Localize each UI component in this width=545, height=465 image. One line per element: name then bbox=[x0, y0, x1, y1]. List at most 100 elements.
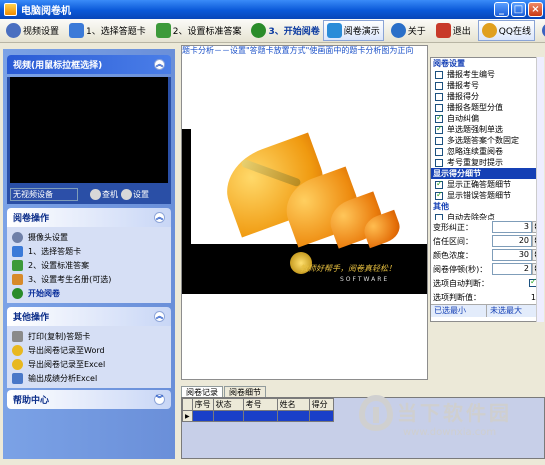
col-status[interactable]: 状态 bbox=[212, 398, 244, 411]
reading-setting-option[interactable]: 多选题答案个数固定 bbox=[431, 135, 543, 146]
section-reading-settings: 阅卷设置 bbox=[433, 59, 465, 68]
video-settings-label: 视频设置 bbox=[23, 27, 60, 37]
about-button[interactable]: 关于 bbox=[388, 20, 429, 41]
video-settings-small-button[interactable]: 设置 bbox=[121, 189, 149, 200]
start-reading-item-label: 开始阅卷 bbox=[28, 288, 60, 298]
gear-icon bbox=[121, 189, 132, 200]
checkbox-label: 多选题答案个数固定 bbox=[447, 136, 519, 145]
set-answer-button[interactable]: 2、设置标准答案 bbox=[153, 20, 245, 41]
set-answer-item[interactable]: 2、设置标准答案 bbox=[12, 258, 166, 272]
exit-label: 退出 bbox=[452, 27, 471, 37]
camera-setup-label: 摄像头设置 bbox=[28, 232, 68, 242]
expand-icon[interactable]: ︾ bbox=[154, 394, 165, 405]
help-panel-header[interactable]: 帮助中心 ︾ bbox=[7, 390, 171, 409]
star-icon bbox=[12, 358, 23, 370]
start-reading-item[interactable]: 开始阅卷 bbox=[12, 286, 166, 300]
checkbox[interactable] bbox=[435, 190, 443, 200]
number-setting-row: 信任区间：20▲▼ bbox=[431, 234, 543, 248]
video-settings-button[interactable]: 视频设置 bbox=[3, 20, 62, 41]
number-setting-value[interactable]: 30 bbox=[492, 249, 532, 261]
checkbox[interactable] bbox=[435, 158, 443, 167]
export-word-label: 导出阅卷记录至Word bbox=[28, 345, 105, 355]
reading-setting-option[interactable]: 考号重复时提示 bbox=[431, 157, 543, 168]
camera-setup-item[interactable]: 摄像头设置 bbox=[12, 230, 166, 244]
settings-gear-button[interactable] bbox=[539, 20, 545, 41]
reading-setting-option[interactable]: 自动纠偏 bbox=[431, 113, 543, 124]
checkbox[interactable] bbox=[435, 136, 443, 145]
number-setting-value[interactable]: 20 bbox=[492, 235, 532, 247]
student-roster-item[interactable]: 3、设置考生名册(可选) bbox=[12, 272, 166, 286]
checkbox-label: 显示错误答题细节 bbox=[447, 191, 511, 200]
toolbar: 视频设置 1、选择答题卡 2、设置标准答案 3、开始阅卷 阅卷演示 关于 退出 … bbox=[0, 19, 545, 43]
number-setting-label: 阅卷停顿(秒)： bbox=[433, 264, 488, 274]
reading-setting-option[interactable]: 单选题强制单选 bbox=[431, 124, 543, 135]
threshold-header: 已选最小 未选最大 bbox=[431, 304, 543, 317]
slogan-text: 教师好帮手，阅卷真轻松！ bbox=[300, 264, 396, 273]
about-label: 关于 bbox=[407, 27, 426, 37]
grid-header-row: 序号 状态 考号 姓名 得分 bbox=[182, 398, 334, 411]
collapse-icon[interactable]: ︽ bbox=[154, 59, 165, 70]
export-word-item[interactable]: 导出阅卷记录至Word bbox=[12, 343, 166, 357]
number-setting-value[interactable]: 3 bbox=[492, 221, 532, 233]
auto-judge-label: 选项自动判断： bbox=[433, 278, 489, 288]
checkbox[interactable] bbox=[435, 70, 443, 79]
checkbox[interactable] bbox=[435, 213, 443, 220]
export-excel-item[interactable]: 导出阅卷记录至Excel bbox=[12, 357, 166, 371]
other-panel-header[interactable]: 其他操作 ︽ bbox=[7, 307, 171, 326]
score-detail-option[interactable]: 显示正确答题细节 bbox=[431, 179, 543, 190]
video-panel-header[interactable]: 视频(用鼠标拉框选择) ︽ bbox=[7, 55, 171, 74]
report-icon bbox=[12, 372, 23, 384]
reading-setting-option[interactable]: 忽略连续重阅卷 bbox=[431, 146, 543, 157]
reading-setting-option[interactable]: 播报各题型分值 bbox=[431, 102, 543, 113]
collapse-icon[interactable]: ︽ bbox=[154, 212, 165, 223]
checkbox-label: 播报得分 bbox=[447, 92, 479, 101]
number-setting-label: 颜色浓度： bbox=[433, 250, 473, 260]
exit-button[interactable]: 退出 bbox=[433, 20, 474, 41]
other-setting-option[interactable]: 自动去除杂点 bbox=[431, 212, 543, 220]
col-index[interactable]: 序号 bbox=[191, 398, 214, 411]
checkbox[interactable] bbox=[435, 113, 443, 123]
lookup-button[interactable]: 查机 bbox=[90, 189, 118, 200]
score-detail-option[interactable]: 显示错误答题细节 bbox=[431, 190, 543, 201]
settings-scrollbar[interactable] bbox=[536, 57, 544, 322]
col-score[interactable]: 得分 bbox=[308, 398, 334, 411]
number-setting-value[interactable]: 2 bbox=[492, 263, 532, 275]
watermark-text: 当下软件园 bbox=[397, 401, 512, 425]
gear-icon bbox=[6, 23, 21, 38]
col-exam-no[interactable]: 考号 bbox=[242, 398, 278, 411]
video-device-select[interactable]: 无视频设备 bbox=[10, 188, 78, 201]
score-analysis-item[interactable]: 输出成绩分析Excel bbox=[12, 371, 166, 385]
checkbox[interactable] bbox=[435, 124, 443, 134]
reading-setting-option[interactable]: 播报考号 bbox=[431, 80, 543, 91]
reading-setting-option[interactable]: 播报考生编号 bbox=[431, 69, 543, 80]
maximize-button[interactable]: □ bbox=[511, 2, 526, 17]
video-preview[interactable] bbox=[10, 77, 168, 183]
student-roster-label: 3、设置考生名册(可选) bbox=[28, 274, 112, 284]
checkbox[interactable] bbox=[435, 147, 443, 156]
reading-setting-option[interactable]: 播报得分 bbox=[431, 91, 543, 102]
select-card-item[interactable]: 1、选择答题卡 bbox=[12, 244, 166, 258]
checkbox[interactable] bbox=[435, 103, 443, 112]
col-name[interactable]: 姓名 bbox=[276, 398, 310, 411]
demo-button[interactable]: 阅卷演示 bbox=[322, 20, 384, 41]
checkbox[interactable] bbox=[435, 92, 443, 101]
print-card-item[interactable]: 打印(复制)答题卡 bbox=[12, 329, 166, 343]
table-row[interactable]: ▶ bbox=[182, 410, 334, 422]
select-card-button[interactable]: 1、选择答题卡 bbox=[66, 20, 149, 41]
other-panel-title: 其他操作 bbox=[13, 313, 50, 323]
watermark-logo bbox=[359, 395, 393, 431]
checkbox-label: 考号重复时提示 bbox=[447, 158, 503, 167]
close-button[interactable]: × bbox=[528, 2, 543, 17]
print-card-label: 打印(复制)答题卡 bbox=[28, 331, 91, 341]
checkbox[interactable] bbox=[435, 81, 443, 90]
minimize-button[interactable]: _ bbox=[494, 2, 509, 17]
collapse-icon[interactable]: ︽ bbox=[154, 311, 165, 322]
read-panel-header[interactable]: 阅卷操作 ︽ bbox=[7, 208, 171, 227]
checkbox[interactable] bbox=[435, 179, 443, 189]
qq-online-button[interactable]: QQ在线 bbox=[477, 20, 535, 41]
unselected-max-header: 未选最大 bbox=[487, 305, 543, 317]
checkbox-label: 显示正确答题细节 bbox=[447, 180, 511, 189]
checkbox-label: 自动纠偏 bbox=[447, 114, 479, 123]
card-analysis-view[interactable]: 教师好帮手，阅卷真轻松！ SOFTWARE bbox=[181, 45, 428, 380]
start-reading-button[interactable]: 3、开始阅卷 bbox=[248, 20, 322, 41]
